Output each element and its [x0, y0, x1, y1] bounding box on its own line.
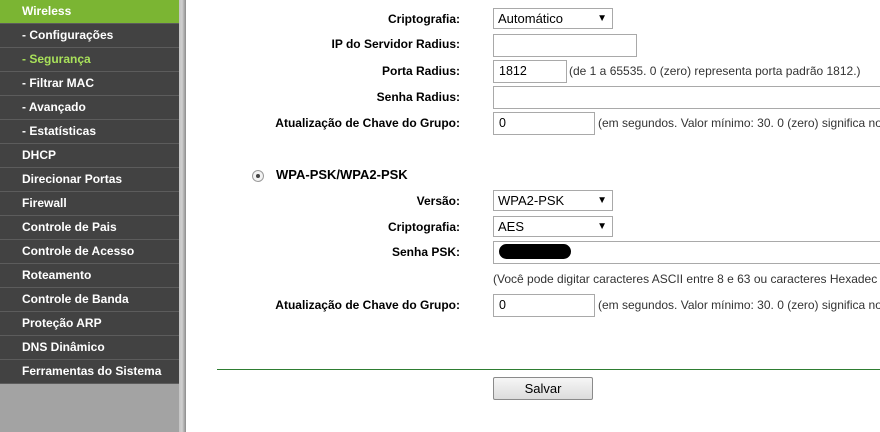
group-key-hint-enterprise: (em segundos. Valor mínimo: 30. 0 (zero)…: [598, 116, 880, 130]
sidebar: Wireless - Configurações - Segurança - Filt…: [0, 0, 186, 432]
psk-password-label: Senha PSK:: [391, 245, 460, 259]
wpa-psk-radio[interactable]: [252, 170, 264, 182]
sidebar-item-roteamento[interactable]: Roteamento: [0, 264, 179, 288]
group-key-input-enterprise[interactable]: 0: [493, 112, 595, 135]
sidebar-item-firewall[interactable]: Firewall: [0, 192, 179, 216]
sidebar-item-controle-de-acesso[interactable]: Controle de Acesso: [0, 240, 179, 264]
sidebar-divider: [179, 0, 186, 432]
sidebar-item-dns-dinamico[interactable]: DNS Dinâmico: [0, 336, 179, 360]
version-select[interactable]: WPA2-PSK ▼: [493, 190, 613, 211]
radius-port-input[interactable]: 1812: [493, 60, 567, 83]
group-key-label-psk: Atualização de Chave do Grupo:: [275, 298, 460, 312]
chevron-down-icon: ▼: [597, 13, 607, 24]
sidebar-nav: Wireless - Configurações - Segurança - Filt…: [0, 0, 179, 384]
sidebar-item-avancado[interactable]: - Avançado: [0, 96, 179, 120]
crypto-label-psk: Criptografia:: [388, 220, 460, 234]
sidebar-item-protecao-arp[interactable]: Proteção ARP: [0, 312, 179, 336]
version-select-value: WPA2-PSK: [498, 193, 565, 208]
crypto-select-value: Automático: [498, 11, 564, 26]
wpa-psk-title: WPA-PSK/WPA2-PSK: [276, 167, 408, 182]
sidebar-item-wireless[interactable]: Wireless: [0, 0, 179, 24]
group-key-label-enterprise: Atualização de Chave do Grupo:: [275, 116, 460, 130]
chevron-down-icon: ▼: [597, 221, 607, 232]
version-label: Versão:: [416, 194, 460, 208]
sidebar-item-seguranca[interactable]: - Segurança: [0, 48, 179, 72]
radio-selected-dot: [256, 174, 260, 178]
radius-port-hint: (de 1 a 65535. 0 (zero) representa porta…: [569, 64, 861, 78]
psk-hint: (Você pode digitar caracteres ASCII entr…: [493, 272, 878, 286]
sidebar-item-dhcp[interactable]: DHCP: [0, 144, 179, 168]
password-redaction: [499, 244, 571, 259]
radius-port-label: Porta Radius:: [381, 64, 460, 78]
chevron-down-icon: ▼: [597, 195, 607, 206]
radius-password-input[interactable]: [493, 86, 880, 109]
sidebar-item-estatisticas[interactable]: - Estatísticas: [0, 120, 179, 144]
group-key-input-psk[interactable]: 0: [493, 294, 595, 317]
main-panel: Criptografia: Automático ▼ IP do Servido…: [186, 0, 880, 432]
group-key-hint-psk: (em segundos. Valor mínimo: 30. 0 (zero)…: [598, 298, 880, 312]
sidebar-item-ferramentas-do-sistema[interactable]: Ferramentas do Sistema: [0, 360, 179, 384]
sidebar-item-filtrar-mac[interactable]: - Filtrar MAC: [0, 72, 179, 96]
crypto-label-enterprise: Criptografia:: [388, 12, 460, 26]
form-divider: [217, 369, 880, 370]
radius-ip-input[interactable]: [493, 34, 637, 57]
crypto-select-psk-value: AES: [498, 219, 525, 234]
crypto-select-enterprise[interactable]: Automático ▼: [493, 8, 613, 29]
radius-ip-label: IP do Servidor Radius:: [331, 37, 460, 51]
radius-password-label: Senha Radius:: [376, 90, 460, 104]
sidebar-item-controle-de-banda[interactable]: Controle de Banda: [0, 288, 179, 312]
save-button[interactable]: Salvar: [493, 377, 593, 400]
sidebar-item-configuracoes[interactable]: - Configurações: [0, 24, 179, 48]
sidebar-item-controle-de-pais[interactable]: Controle de Pais: [0, 216, 179, 240]
crypto-select-psk[interactable]: AES ▼: [493, 216, 613, 237]
sidebar-item-direcionar-portas[interactable]: Direcionar Portas: [0, 168, 179, 192]
